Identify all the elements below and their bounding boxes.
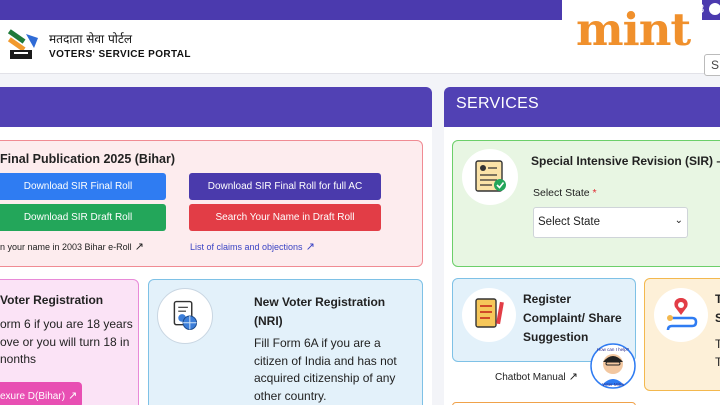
bot-caption-bottom: Voter Mitra	[602, 382, 624, 387]
mint-watermark-logo: mint	[576, 3, 691, 56]
annexure-d-button[interactable]: exure D(Bihar) ↗	[0, 382, 82, 405]
select-state-label-text: Select State	[533, 187, 590, 199]
voter-registration-description: orm 6 if you are 18 years ove or you wil…	[0, 316, 135, 369]
claims-objections-link-label: List of claims and objections	[190, 242, 303, 252]
left-panel-header	[0, 87, 432, 127]
sir-title: Special Intensive Revision (SIR) –	[531, 154, 720, 168]
annexure-d-label: exure D(Bihar)	[0, 391, 66, 402]
top-bar-circle-icon[interactable]	[709, 3, 720, 15]
complaint-form-icon	[462, 288, 516, 342]
search-draft-roll-button[interactable]: Search Your Name in Draft Roll	[189, 204, 381, 231]
external-arrow-icon: ↗	[68, 389, 78, 402]
track-title-line: S	[715, 311, 720, 325]
track-title-line: T	[715, 292, 720, 306]
download-final-roll-ac-button[interactable]: Download SIR Final Roll for full AC	[189, 173, 381, 200]
external-arrow-icon: ↗	[568, 370, 578, 383]
nri-form-globe-icon	[157, 288, 213, 344]
complaint-title-line: Complaint/ Share	[523, 311, 622, 325]
complaint-title-line: Register	[523, 292, 572, 306]
select-state-label: Select State *	[533, 187, 597, 199]
search-eroll-link-label: n your name in 2003 Bihar e-Roll	[0, 242, 132, 252]
download-final-roll-button[interactable]: Download SIR Final Roll	[0, 173, 166, 200]
search-input[interactable]: S	[704, 54, 720, 76]
external-arrow-icon: ↗	[134, 240, 144, 253]
eci-logo-icon[interactable]	[4, 28, 42, 66]
external-arrow-icon: ↗	[305, 240, 315, 253]
track-desc-line: T	[715, 355, 720, 369]
nri-title-line: New Voter Registration	[254, 295, 386, 309]
site-title-hindi: मतदाता सेवा पोर्टल	[49, 32, 133, 46]
sir-checklist-icon	[462, 149, 518, 205]
vr-line: orm 6 if you are 18 years	[0, 317, 133, 331]
nri-line: other country.	[254, 388, 327, 403]
nri-title-line: (NRI)	[254, 314, 283, 328]
chevron-down-icon: ⌄	[674, 215, 683, 226]
required-mark: *	[592, 187, 597, 199]
vr-line: nonths	[0, 352, 37, 366]
nri-line: Fill Form 6A if you are a	[254, 336, 381, 350]
nri-line: acquired citizenship of any	[254, 371, 396, 385]
nri-registration-title: New Voter Registration (NRI)	[254, 293, 404, 331]
bot-caption-top: How can I help?	[597, 347, 630, 352]
final-publication-title: Final Publication 2025 (Bihar)	[0, 152, 176, 166]
state-select-dropdown[interactable]: Select State ⌄	[533, 207, 688, 238]
download-draft-roll-button[interactable]: Download SIR Draft Roll	[0, 204, 166, 231]
claims-objections-link[interactable]: List of claims and objections ↗	[190, 240, 315, 253]
services-header: SERVICES	[444, 87, 720, 127]
vr-line: ove or you will turn 18 in	[0, 334, 130, 349]
voter-mitra-chatbot-icon[interactable]: How can I help? Voter Mitra	[590, 343, 636, 389]
track-desc-line: T	[715, 337, 720, 351]
voter-registration-title: Voter Registration	[0, 293, 104, 307]
chatbot-manual-link[interactable]: Chatbot Manual ↗	[495, 370, 578, 383]
search-eroll-link[interactable]: n your name in 2003 Bihar e-Roll ↗	[0, 240, 144, 253]
services-title: SERVICES	[456, 95, 540, 112]
nri-line: citizen of India and has not	[254, 353, 397, 368]
chatbot-manual-label: Chatbot Manual	[495, 372, 566, 383]
state-select-value: Select State	[538, 216, 601, 228]
track-route-icon	[654, 288, 708, 342]
nri-registration-description: Fill Form 6A if you are a citizen of Ind…	[254, 335, 414, 405]
site-title-english: VOTERS' SERVICE PORTAL	[49, 49, 191, 60]
complaint-title: Register Complaint/ Share Suggestion	[523, 290, 633, 347]
